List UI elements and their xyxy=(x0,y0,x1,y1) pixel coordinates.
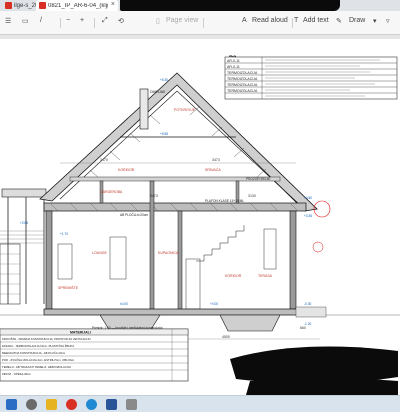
level-label: +4.50 xyxy=(304,196,312,200)
search-icon[interactable] xyxy=(26,399,37,410)
draw-icon[interactable]: ✎ xyxy=(336,17,342,25)
note-text: PLAFON KLASE 15+15 ML xyxy=(205,199,244,203)
toolbar-divider xyxy=(60,18,61,28)
tab-title: 0821_IP_AR-6-04_(kljge-b_2022... xyxy=(48,2,108,9)
terrace-pergola xyxy=(0,188,47,305)
close-icon[interactable]: × xyxy=(111,1,115,8)
page-view-button[interactable]: Page view xyxy=(166,17,198,24)
level-label: +6.30 xyxy=(160,78,168,82)
level-label: +0.00 xyxy=(210,302,218,306)
room-label: POTKROVJE xyxy=(174,108,196,112)
add-text-icon[interactable]: T xyxy=(294,17,298,24)
redaction-bar xyxy=(120,0,340,11)
openings xyxy=(57,225,277,310)
read-aloud-button[interactable]: Read aloud xyxy=(252,17,288,24)
legend-cell: TERMOIZOLACIJA xyxy=(227,71,258,75)
toolbar-divider xyxy=(94,18,95,28)
dimension-label: 3470 xyxy=(100,158,108,162)
tab-current-document[interactable]: 0821_IP_AR-6-04_(kljge-b_2022... × xyxy=(36,0,118,11)
pdf-page: P3 AR-0-11 AR-0-11 TERMOIZOLACIJA TERMOI… xyxy=(0,39,400,395)
rotate-icon[interactable]: ⟲ xyxy=(118,17,124,25)
detail-marker xyxy=(312,241,324,253)
windows-logo-icon[interactable] xyxy=(6,399,17,410)
table-row: POD - ZVUČNA IZOLACIJA 4cm, ESTRIH 5cm, … xyxy=(2,357,74,362)
add-text-button[interactable]: Add text xyxy=(303,17,329,24)
zoom-in-icon[interactable]: + xyxy=(80,17,84,24)
dimension-label: 4500 xyxy=(222,335,230,339)
read-aloud-icon[interactable]: A xyxy=(242,17,247,24)
materials-table: MATERIJALI KROVIŠTE - DRVENA KONSTRUKCIJ… xyxy=(0,328,189,382)
chrome-icon[interactable] xyxy=(66,399,77,410)
taskbar xyxy=(0,395,400,412)
level-label: ±0.00 xyxy=(120,302,128,306)
chevron-down-icon[interactable]: ▾ xyxy=(373,17,377,25)
room-label: SPAVAĆA xyxy=(205,167,221,172)
pdf-toolbar: ☰ ▭ / − + ⤢ ⟲ ▯ Page view A Read aloud T… xyxy=(0,11,400,35)
browser-tab-strip: ilge-s_2022... 0821_IP_AR-6-04_(kljge-b_… xyxy=(0,0,400,11)
room-label: KUPAONICA xyxy=(158,251,179,255)
level-label: +5.55 xyxy=(160,132,168,136)
dimension-label: 3473 xyxy=(212,158,220,162)
legend-table: AR-0-11 AR-0-11 TERMOIZOLACIJA TERMOIZOL… xyxy=(224,56,398,100)
table-row: KROVIŠTE - DRVENA KONSTRUKCIJA; PROSTOR … xyxy=(2,336,91,341)
level-label: -0.30 xyxy=(304,302,311,306)
toolbar-divider xyxy=(203,18,204,28)
room-label: KORIDOR xyxy=(225,274,242,278)
menu-icon[interactable]: ☰ xyxy=(5,17,11,25)
draw-button[interactable]: Draw xyxy=(349,17,365,24)
dimension-label: 660 xyxy=(300,326,306,330)
screen: ilge-s_2022... 0821_IP_AR-6-04_(kljge-b_… xyxy=(0,0,400,412)
legend-cell: AR-0-11 xyxy=(227,65,240,69)
page-view-icon[interactable]: ▯ xyxy=(156,17,160,25)
word-icon[interactable] xyxy=(106,399,117,410)
page-count: / xyxy=(40,17,42,24)
upper-floor-slab xyxy=(43,176,307,212)
room-label: KORIDOR xyxy=(118,168,135,172)
table-header: MATERIJALI xyxy=(70,331,91,335)
fit-page-icon[interactable]: ⤢ xyxy=(102,17,108,25)
legend-cell: TERMOIZOLACIJA xyxy=(227,89,258,93)
table-row: FASADA - TERMOIZOLACIJA 10cm, PLASTIČNA … xyxy=(2,343,74,348)
dimension-label: 3130 xyxy=(248,194,256,198)
level-label: -1.20 xyxy=(304,322,311,326)
legend-cell: TERMOIZOLACIJA xyxy=(227,77,258,81)
dimension-label: 3473 xyxy=(150,194,158,198)
gear-icon[interactable] xyxy=(126,399,137,410)
room-label: TERASA xyxy=(258,274,273,278)
redaction-bar xyxy=(230,346,398,384)
pdf-icon xyxy=(5,2,12,9)
walls xyxy=(45,180,297,310)
section-drawing: P3 AR-0-11 AR-0-11 TERMOIZOLACIJA TERMOI… xyxy=(0,56,400,395)
toolbar-divider xyxy=(292,18,293,28)
room-label: LOUNGE xyxy=(92,251,107,255)
redaction-bar xyxy=(246,378,398,395)
legend-cell: TERMOIZOLACIJA xyxy=(227,83,258,87)
page-number-field[interactable]: ▭ xyxy=(22,17,29,25)
legend-cell: AR-0-11 xyxy=(227,59,240,63)
edge-icon[interactable] xyxy=(86,399,97,410)
note-text: PROZOR 95/140 xyxy=(246,177,270,181)
room-label: SPREMIŠTE xyxy=(58,285,79,290)
level-label: +1.70 xyxy=(60,232,68,236)
table-row: ZIDOVI - OPEKA 25cm xyxy=(2,372,32,376)
level-label: +2.85 xyxy=(20,221,28,225)
room-label: GARDEROBA xyxy=(100,190,123,194)
table-row: MEĐUKATNA KONSTRUKCIJA - AB PLOČA 20cm xyxy=(2,350,66,355)
level-label: +3.35 xyxy=(304,214,312,218)
highlight-icon[interactable]: ▿ xyxy=(386,17,390,25)
note-text: AB PLOČA d=20cm xyxy=(120,212,148,217)
table-row: TEMELJI - AB TRAKASTI TEMELJI; HIDROIZOL… xyxy=(2,365,71,369)
chimney-label: DIMNJAK xyxy=(150,90,166,94)
ground-slab xyxy=(0,306,400,332)
document-viewer[interactable]: P3 AR-0-11 AR-0-11 TERMOIZOLACIJA TERMOI… xyxy=(0,35,400,395)
pdf-icon xyxy=(39,2,46,9)
zoom-out-icon[interactable]: − xyxy=(66,17,70,24)
file-explorer-icon[interactable] xyxy=(46,399,57,410)
tab-previous-document[interactable]: ilge-s_2022... xyxy=(2,0,50,11)
